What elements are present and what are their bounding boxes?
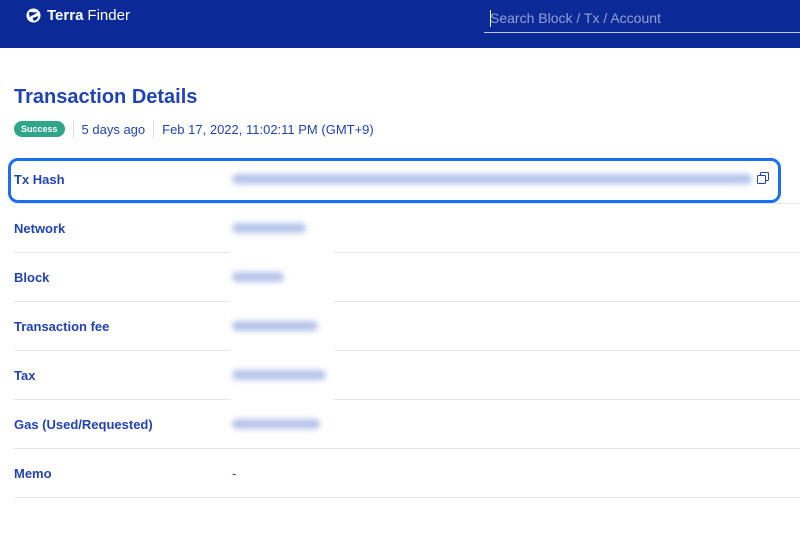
tax-redaction: [232, 370, 326, 380]
divider: [153, 120, 155, 138]
status-badge: Success: [14, 121, 65, 137]
brand-name-terra: Terra: [47, 7, 84, 24]
transaction-fee-label: Transaction fee: [14, 319, 110, 334]
tx-hash-highlight-outline: [8, 158, 781, 203]
top-navigation-bar: Terra Finder: [0, 0, 800, 48]
detail-row-tax: Tax: [14, 351, 800, 400]
network-redaction: [232, 223, 306, 233]
detail-row-network: Network: [14, 204, 800, 253]
memo-label: Memo: [14, 466, 52, 481]
tax-label: Tax: [14, 368, 36, 383]
block-redaction: [232, 272, 284, 282]
detail-row-block: Block: [14, 253, 800, 302]
transaction-meta: Success 5 days ago Feb 17, 2022, 11:02:1…: [14, 120, 374, 138]
gas-label: Gas (Used/Requested): [14, 417, 153, 432]
timestamp: Feb 17, 2022, 11:02:11 PM (GMT+9): [162, 121, 374, 137]
search-input[interactable]: [484, 3, 800, 32]
terra-globe-icon: [26, 8, 41, 23]
brand-logo[interactable]: Terra Finder: [26, 7, 130, 24]
detail-row-memo: Memo -: [14, 449, 800, 498]
search-box[interactable]: [484, 3, 800, 33]
block-label: Block: [14, 270, 50, 285]
detail-row-transaction-fee: Transaction fee: [14, 302, 800, 351]
transaction-details-list: Tx Hash Network Block Transaction fee Ta…: [14, 155, 800, 498]
memo-value: -: [232, 466, 237, 481]
divider: [72, 120, 74, 138]
brand-name-finder: Finder: [87, 7, 130, 24]
gas-redaction: [232, 419, 320, 429]
detail-row-gas: Gas (Used/Requested): [14, 400, 800, 449]
page-title: Transaction Details: [14, 86, 198, 108]
transaction-fee-redaction: [232, 321, 318, 331]
text-caret: [490, 10, 491, 27]
network-label: Network: [14, 221, 66, 236]
relative-time: 5 days ago: [81, 121, 146, 137]
